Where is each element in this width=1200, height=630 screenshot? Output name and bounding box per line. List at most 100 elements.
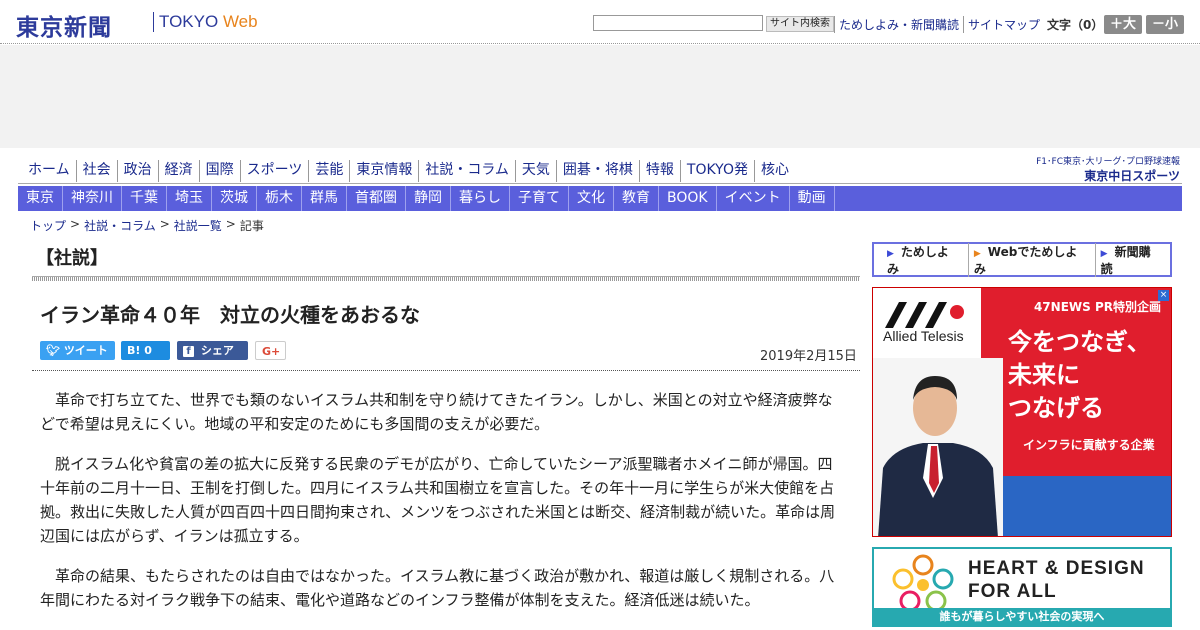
region-nav: 東京 神奈川 千葉 埼玉 茨城 栃木 群馬 首都圏 静岡 暮らし 子育て 文化 … — [18, 186, 1182, 211]
header-link-sitemap[interactable]: サイトマップ — [963, 16, 1044, 33]
site-search-input[interactable] — [593, 15, 763, 31]
region-nav-item[interactable]: BOOK — [659, 186, 717, 211]
region-nav-item[interactable]: イベント — [717, 186, 790, 211]
ad-copy-line: つなげる — [1008, 394, 1104, 422]
font-smaller-button[interactable]: －小 — [1146, 15, 1184, 34]
region-nav-item[interactable]: 東京 — [18, 186, 63, 211]
nav-item-international[interactable]: 国際 — [198, 160, 240, 182]
nav-item-tokyo-info[interactable]: 東京情報 — [349, 160, 418, 182]
main-nav: ホーム 社会 政治 経済 国際 スポーツ 芸能 東京情報 社説・コラム 天気 囲… — [22, 160, 795, 182]
ad-copy: 今をつなぎ、 未来に つなげる — [1008, 326, 1151, 425]
ad-subcopy: インフラに貢献する企業 — [1023, 438, 1155, 452]
region-nav-item[interactable]: 栃木 — [257, 186, 302, 211]
ad-brand: Allied Telesis — [883, 328, 964, 344]
region-nav-item[interactable]: 茨城 — [212, 186, 257, 211]
facebook-icon: f — [183, 346, 194, 357]
breadcrumb-sep: > — [225, 217, 236, 231]
ad-background-image — [981, 476, 1171, 536]
article-paragraph: 革命の結果、もたらされたのは自由ではなかった。イスラム教に基づく政治が敷かれ、報… — [40, 567, 835, 609]
breadcrumb: トップ > 社説・コラム > 社説一覧 > 記事 — [30, 217, 268, 234]
region-nav-item[interactable]: 静岡 — [406, 186, 451, 211]
tokyo-web-logo[interactable]: TOKYO Web — [159, 12, 258, 32]
allied-telesis-logo-icon — [885, 302, 964, 328]
heart-title: HEART & DESIGN FOR ALL — [968, 557, 1145, 603]
region-nav-item[interactable]: 文化 — [569, 186, 614, 211]
tweet-button[interactable]: 🐦︎ ツイート — [40, 341, 115, 360]
chunichi-tagline: F1･FC東京･大リーグ･プロ野球速報 — [1036, 157, 1180, 167]
region-nav-item[interactable]: 教育 — [614, 186, 659, 211]
site-logo[interactable]: 東京新聞 — [16, 8, 112, 42]
heart-tagline: 誰もが暮らしやすい社会の実現へ — [874, 608, 1170, 625]
chunichi-sports-link[interactable]: F1･FC東京･大リーグ･プロ野球速報 東京中日スポーツ — [1020, 154, 1180, 184]
region-nav-item[interactable]: 子育て — [510, 186, 569, 211]
hatena-bookmark-button[interactable]: B! 0 — [121, 341, 170, 360]
page: 東京新聞 TOKYO Web サイト内検索 ためしよみ・新聞購読 サイトマップ … — [0, 0, 1200, 630]
tweet-label: ツイート — [63, 344, 108, 357]
section-divider — [32, 276, 860, 281]
section-title: 【社説】 — [36, 248, 108, 269]
top-ad-space — [0, 45, 1200, 148]
breadcrumb-top[interactable]: トップ — [30, 217, 66, 234]
google-plus-button[interactable]: G+ — [255, 341, 286, 360]
nav-item-politics[interactable]: 政治 — [116, 160, 158, 182]
heart-title-line: FOR ALL — [968, 581, 1057, 602]
article-divider — [32, 370, 860, 371]
site-header: 東京新聞 TOKYO Web サイト内検索 ためしよみ・新聞購読 サイトマップ … — [0, 0, 1200, 44]
nav-item-entertainment[interactable]: 芸能 — [308, 160, 349, 182]
region-nav-item[interactable]: 埼玉 — [167, 186, 212, 211]
facebook-share-button[interactable]: f シェア 0 — [177, 341, 248, 376]
heart-title-line: HEART & DESIGN — [968, 558, 1145, 579]
header-links: ためしよみ・新聞購読 サイトマップ — [834, 16, 1044, 33]
triangle-icon: ▶ — [887, 248, 894, 259]
nav-item-economy[interactable]: 経済 — [157, 160, 199, 182]
breadcrumb-editorial-list[interactable]: 社説一覧 — [174, 217, 222, 234]
article-headline: イラン革命４０年 対立の火種をあおるな — [40, 303, 420, 327]
twitter-icon: 🐦︎ — [46, 344, 60, 357]
chunichi-logo: 東京中日スポーツ — [1084, 169, 1180, 183]
logo-web-text: Web — [222, 12, 258, 31]
region-nav-item[interactable]: 首都圏 — [347, 186, 406, 211]
nav-item-editorial[interactable]: 社説・コラム — [418, 160, 515, 182]
nav-item-weather[interactable]: 天気 — [514, 160, 556, 182]
ad-close-icon[interactable]: × — [1158, 290, 1169, 301]
breadcrumb-sep: > — [70, 217, 81, 231]
font-larger-button[interactable]: ＋大 — [1104, 15, 1142, 34]
heart-design-banner[interactable]: HEART & DESIGN FOR ALL 誰もが暮らしやすい社会の実現へ — [872, 547, 1172, 627]
nav-item-society[interactable]: 社会 — [75, 160, 117, 182]
triangle-icon: ▶ — [973, 248, 981, 259]
nav-item-home[interactable]: ホーム — [22, 160, 76, 182]
web-trial-link-label: Webでためしよみ — [973, 244, 1078, 276]
nav-item-tokyo-hatsu[interactable]: TOKYO発 — [679, 160, 754, 182]
subscribe-link[interactable]: ▶ 新聞購読 — [1094, 242, 1170, 277]
font-size-label: 文字（0） — [1047, 18, 1104, 32]
region-nav-item[interactable]: 暮らし — [451, 186, 510, 211]
region-nav-item[interactable]: 動画 — [790, 186, 835, 211]
nav-item-core[interactable]: 核心 — [753, 160, 795, 182]
region-nav-item[interactable]: 神奈川 — [63, 186, 122, 211]
nav-divider — [18, 183, 1182, 184]
header-link-subscribe[interactable]: ためしよみ・新聞購読 — [834, 16, 963, 33]
logo-tokyo-text: TOKYO — [159, 12, 219, 31]
subscription-links: ▶ ためしよみ ▶ Webでためしよみ ▶ 新聞購読 — [872, 242, 1172, 277]
web-trial-link[interactable]: ▶ Webでためしよみ — [967, 242, 1095, 277]
nav-item-sports[interactable]: スポーツ — [239, 160, 309, 182]
article-body: 革命で打ち立てた、世界でも類のないイスラム共和制を守り続けてきたイラン。しかし、… — [40, 388, 840, 628]
trial-link-label: ためしよみ — [887, 244, 949, 276]
trial-link[interactable]: ▶ ためしよみ — [882, 243, 968, 277]
breadcrumb-sep: > — [159, 217, 170, 231]
region-nav-item[interactable]: 千葉 — [122, 186, 167, 211]
triangle-icon: ▶ — [1100, 248, 1108, 259]
sidebar-ad-banner[interactable]: Allied Telesis 47NEWS PR特別企画 今をつなぎ、 未来に … — [872, 287, 1172, 537]
ad-copy-line: 今をつなぎ、 — [1008, 328, 1151, 356]
nav-item-go-shogi[interactable]: 囲碁・将棋 — [555, 160, 639, 182]
ad-copy-line: 未来に — [1008, 361, 1080, 389]
site-search-button[interactable]: サイト内検索 — [766, 16, 834, 32]
breadcrumb-editorial[interactable]: 社説・コラム — [84, 217, 156, 234]
businessman-photo — [873, 358, 1003, 536]
region-nav-item[interactable]: 群馬 — [302, 186, 347, 211]
article-paragraph: 脱イスラム化や貧富の差の拡大に反発する民衆のデモが広がり、亡命していたシーア派聖… — [40, 455, 836, 545]
breadcrumb-current: 記事 — [239, 219, 264, 233]
nav-item-special[interactable]: 特報 — [638, 160, 680, 182]
ad-tag: 47NEWS PR特別企画 — [1033, 300, 1161, 314]
flower-logo-icon — [892, 554, 954, 612]
